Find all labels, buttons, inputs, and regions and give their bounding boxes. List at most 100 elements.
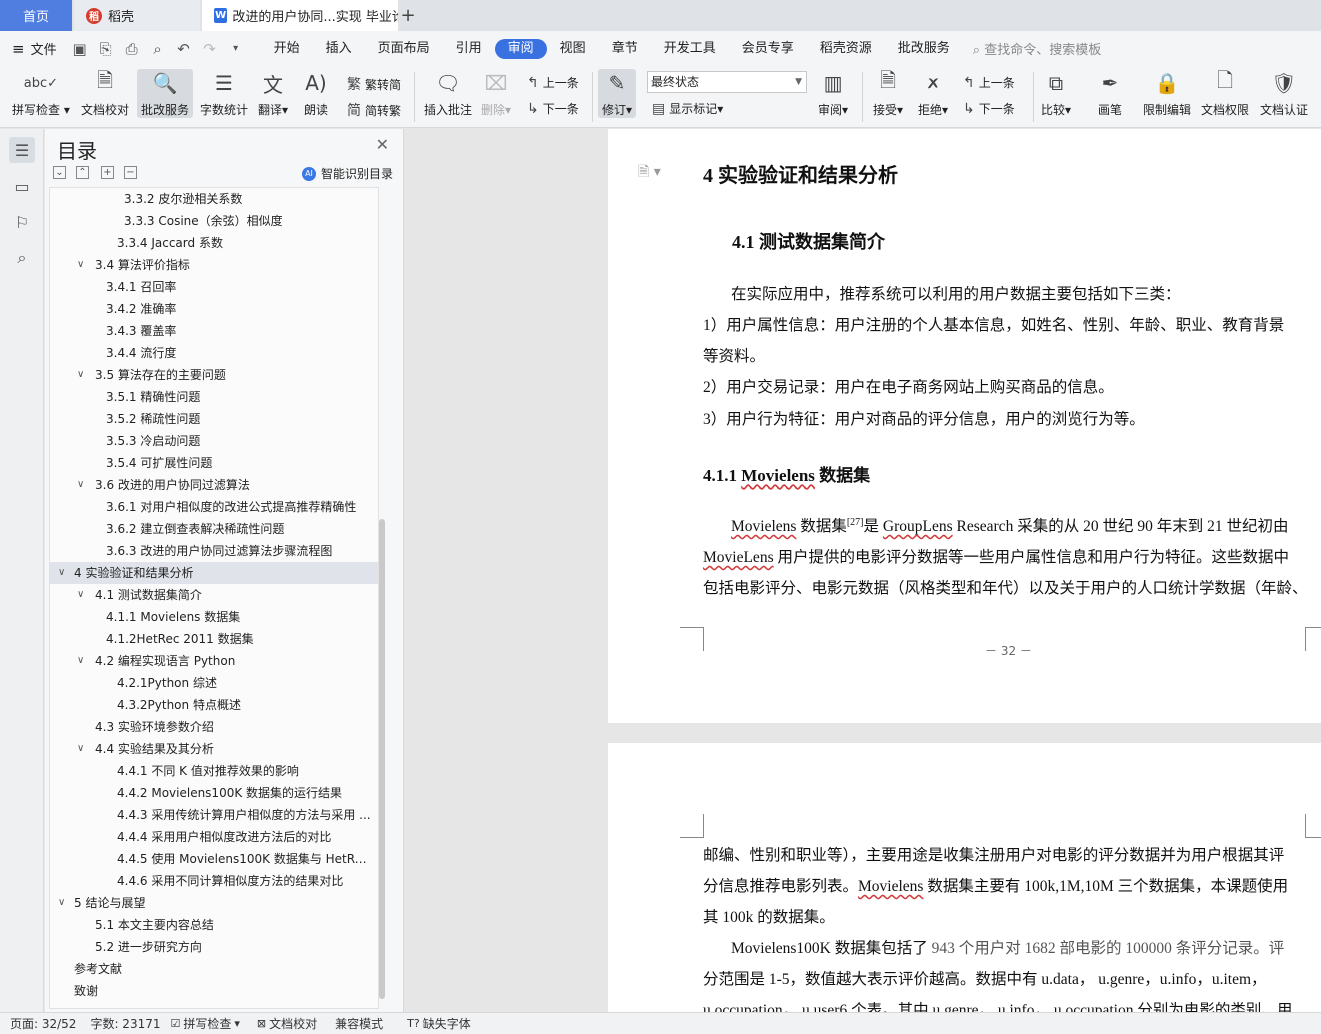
toc-item[interactable]: 3.5.2 稀疏性问题 xyxy=(50,408,378,430)
traditional-to-simplified-button[interactable]: 繁繁转简 xyxy=(347,74,401,94)
document-page[interactable]: 邮编、性别和职业等），主要用途是收集注册用户对电影的评分数据并为用户根据其评 分… xyxy=(608,743,1321,1012)
chevron-down-icon[interactable]: ∨ xyxy=(77,254,84,276)
doc-proof-button[interactable]: 🗎 文档校对 xyxy=(81,68,129,118)
toc-item[interactable]: 4.1.1 Movielens 数据集 xyxy=(50,606,378,628)
read-aloud-button[interactable]: A) 朗读 xyxy=(303,69,329,118)
menu-member[interactable]: 会员专享 xyxy=(729,39,807,59)
toc-item[interactable]: 3.3.3 Cosine（余弦）相似度 xyxy=(50,210,378,232)
toc-item[interactable]: 4.2.1Python 综述 xyxy=(50,672,378,694)
toc-item[interactable]: ∨ 5 结论与展望 xyxy=(50,892,378,914)
toc-item[interactable]: 4.4.5 使用 Movielens100K 数据集与 HetRec... xyxy=(50,848,378,870)
toc-item[interactable]: 3.4.3 覆盖率 xyxy=(50,320,378,342)
chevron-down-icon[interactable]: ∨ xyxy=(77,474,84,496)
chapter-nav-icon[interactable]: ▭ xyxy=(9,173,35,199)
doc-proof-status[interactable]: ⊠ 文档校对 xyxy=(257,1015,317,1032)
toc-item[interactable]: ∨ 4.1 测试数据集简介 xyxy=(50,584,378,606)
accept-button[interactable]: 🗎 接受▾ xyxy=(873,68,903,118)
search-icon[interactable]: ⌕ xyxy=(9,245,35,271)
save-icon[interactable]: ▣ xyxy=(67,36,93,62)
simplified-to-traditional-button[interactable]: 简简转繁 xyxy=(347,100,401,120)
toc-item[interactable]: 3.5.1 精确性问题 xyxy=(50,386,378,408)
smart-toc-button[interactable]: AI 智能识别目录 xyxy=(301,165,393,182)
close-icon[interactable]: ✕ xyxy=(376,135,389,154)
toc-item[interactable]: 4.4.3 采用传统计算用户相似度的方法与采用 ... xyxy=(50,804,378,826)
collapse-all-icon[interactable]: ⌄ xyxy=(53,166,66,179)
toc-item[interactable]: ∨ 4.2 编程实现语言 Python xyxy=(50,650,378,672)
menu-developer[interactable]: 开发工具 xyxy=(651,39,729,59)
toc-item[interactable]: 3.4.1 召回率 xyxy=(50,276,378,298)
toc-item[interactable]: ∨ 4.4 实验结果及其分析 xyxy=(50,738,378,760)
chevron-down-icon[interactable]: ∨ xyxy=(77,650,84,672)
toc-item[interactable]: 3.4.4 流行度 xyxy=(50,342,378,364)
previous-comment-button[interactable]: ↰ 上一条 xyxy=(527,74,579,91)
menu-review[interactable]: 审阅 xyxy=(494,38,547,59)
add-toc-item-icon[interactable]: + xyxy=(101,166,114,179)
delete-comment-button[interactable]: ⌧ 删除▾ xyxy=(481,69,511,118)
menu-home[interactable]: 开始 xyxy=(261,39,313,59)
toc-item[interactable]: 3.6.3 改进的用户协同过滤算法步骤流程图 xyxy=(50,540,378,562)
track-changes-button[interactable]: ✎ 修订▾ xyxy=(598,69,637,118)
toc-item[interactable]: 4.4.2 Movielens100K 数据集的运行结果 xyxy=(50,782,378,804)
export-pdf-icon[interactable]: ⎘ xyxy=(93,36,119,62)
toc-item[interactable]: 5.2 进一步研究方向 xyxy=(50,936,378,958)
word-count-indicator[interactable]: 字数: 23171 xyxy=(90,1015,160,1032)
spell-check-status[interactable]: ☑ 拼写检查 ▾ xyxy=(171,1015,243,1032)
menu-daoke-resources[interactable]: 稻壳资源 xyxy=(807,39,885,59)
print-icon[interactable]: ⎙ xyxy=(119,36,145,62)
toc-item[interactable]: 致谢 xyxy=(50,980,378,1002)
document-page[interactable]: 🗎 ▾ 4 实验验证和结果分析 4.1 测试数据集简介 在实际应用中，推荐系统可… xyxy=(608,129,1321,723)
missing-font-status[interactable]: T? 缺失字体 xyxy=(407,1015,471,1032)
toc-item[interactable]: 3.5.4 可扩展性问题 xyxy=(50,452,378,474)
menu-chapter[interactable]: 章节 xyxy=(599,39,651,59)
chevron-down-icon[interactable]: ∨ xyxy=(58,562,65,584)
doc-outline-icon[interactable]: 🗎 ▾ xyxy=(638,161,661,185)
tab-daoke[interactable]: 稻 稻壳 xyxy=(74,0,200,31)
reject-button[interactable]: 🗶 拒绝▾ xyxy=(918,69,948,118)
doc-permission-button[interactable]: 🗋 文档权限 xyxy=(1201,68,1249,118)
toc-item[interactable]: 3.4.2 准确率 xyxy=(50,298,378,320)
page-indicator[interactable]: 页面: 32/52 xyxy=(10,1015,76,1032)
menu-insert[interactable]: 插入 xyxy=(313,39,365,59)
toc-item[interactable]: 4.4.4 采用用户相似度改进方法后的对比 xyxy=(50,826,378,848)
menu-view[interactable]: 视图 xyxy=(547,39,599,59)
toc-item[interactable]: ∨ 4 实验验证和结果分析 xyxy=(50,562,378,584)
toc-item[interactable]: 4.3.2Python 特点概述 xyxy=(50,694,378,716)
toc-item[interactable]: 5.1 本文主要内容总结 xyxy=(50,914,378,936)
revise-service-button[interactable]: 🔍 批改服务 xyxy=(137,69,194,118)
toc-item[interactable]: 4.4.6 采用不同计算相似度方法的结果对比 xyxy=(50,870,378,892)
toc-item[interactable]: ∨ 3.4 算法评价指标 xyxy=(50,254,378,276)
markup-state-select[interactable]: 最终状态 ▼ xyxy=(647,71,807,93)
restrict-edit-button[interactable]: 🔒 限制编辑 xyxy=(1143,69,1191,118)
tab-document[interactable]: W 改进的用户协同...实现 毕业论文 xyxy=(202,0,398,31)
toc-item[interactable]: 4.4.1 不同 K 值对推荐效果的影响 xyxy=(50,760,378,782)
translate-button[interactable]: 文 翻译▾ xyxy=(258,69,288,118)
toc-panel-icon[interactable]: ☰ xyxy=(9,137,35,163)
show-markup-button[interactable]: ▤ 显示标记 ▾ xyxy=(652,100,723,117)
undo-icon[interactable]: ↶ xyxy=(171,36,197,62)
chevron-down-icon[interactable]: ∨ xyxy=(77,738,84,760)
toc-item[interactable]: 3.3.2 皮尔逊相关系数 xyxy=(50,188,378,210)
remove-toc-item-icon[interactable]: − xyxy=(124,166,137,179)
tab-home[interactable]: 首页 xyxy=(0,0,72,31)
compare-button[interactable]: ⧉ 比较▾ xyxy=(1041,69,1071,118)
print-preview-icon[interactable]: ⌕ xyxy=(145,36,171,62)
file-menu-button[interactable]: ≡ 文件 xyxy=(12,39,57,59)
command-search[interactable]: ⌕ 查找命令、搜索模板 xyxy=(973,39,1101,58)
menu-page-layout[interactable]: 页面布局 xyxy=(365,39,443,59)
toc-item[interactable]: 3.6.1 对用户相似度的改进公式提高推荐精确性 xyxy=(50,496,378,518)
toc-scrollbar[interactable] xyxy=(379,519,385,999)
word-count-button[interactable]: ☰ 字数统计 xyxy=(200,69,248,118)
pen-button[interactable]: ✒ 画笔 xyxy=(1097,69,1123,118)
quick-access-dropdown-icon[interactable]: ▾ xyxy=(223,36,249,62)
chevron-down-icon[interactable]: ∨ xyxy=(77,584,84,606)
insert-comment-button[interactable]: 🗨 插入批注 xyxy=(424,69,472,118)
bookmark-icon[interactable]: ⚐ xyxy=(9,209,35,235)
toc-item[interactable]: 3.5.3 冷启动问题 xyxy=(50,430,378,452)
toc-item[interactable]: 3.3.4 Jaccard 系数 xyxy=(50,232,378,254)
toc-item[interactable]: ∨ 3.6 改进的用户协同过滤算法 xyxy=(50,474,378,496)
redo-icon[interactable]: ↷ xyxy=(197,36,223,62)
next-comment-button[interactable]: ↳ 下一条 xyxy=(527,100,579,117)
doc-certify-button[interactable]: 🛡 文档认证 xyxy=(1260,69,1308,118)
expand-all-icon[interactable]: ⌃ xyxy=(76,166,89,179)
toc-item[interactable]: 4.1.2HetRec 2011 数据集 xyxy=(50,628,378,650)
